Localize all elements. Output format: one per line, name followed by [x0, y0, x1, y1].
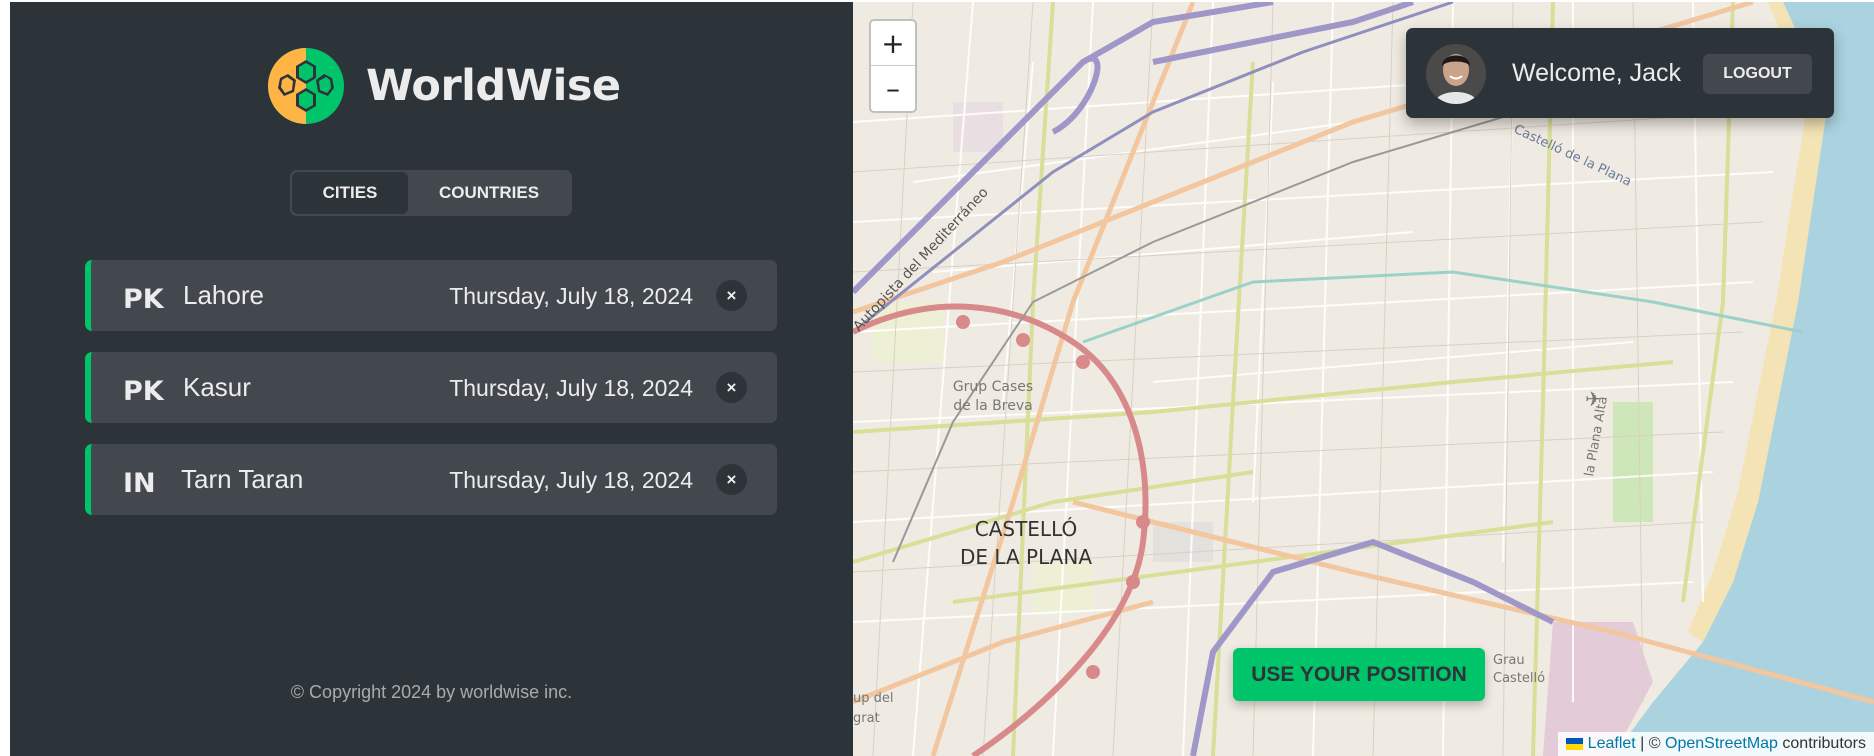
zoom-in-button[interactable]: +: [871, 21, 915, 66]
zoom-out-button[interactable]: –: [871, 66, 915, 111]
sidebar: WorldWise CITIES COUNTRIES PK Lahore Thu…: [10, 2, 853, 756]
leaflet-link[interactable]: Leaflet: [1588, 735, 1636, 753]
map-label-city: DE LA PLANA: [960, 545, 1092, 569]
globe-logo-icon: [268, 48, 344, 124]
map-label-locality: Grup Cases: [953, 379, 1033, 395]
user-panel: Welcome, Jack LOGOUT: [1406, 28, 1834, 118]
user-avatar-icon: [1426, 44, 1486, 104]
country-flag-emoji: PK: [123, 376, 164, 407]
map-label-city: CASTELLÓ: [975, 517, 1078, 541]
attribution-suffix: contributors: [1777, 735, 1866, 752]
use-position-button[interactable]: USE YOUR POSITION: [1233, 648, 1485, 701]
city-name: Lahore: [183, 280, 264, 310]
delete-city-button[interactable]: ×: [716, 280, 747, 311]
tab-cities[interactable]: CITIES: [292, 172, 408, 214]
map-label-locality: Grau: [1493, 653, 1525, 668]
app-title: WorldWise: [366, 61, 621, 111]
city-date: Thursday, July 18, 2024: [449, 467, 693, 493]
copyright-text: © Copyright 2024 by worldwise inc.: [290, 682, 573, 702]
city-date: Thursday, July 18, 2024: [449, 283, 693, 309]
avatar: [1426, 44, 1486, 104]
airport-icon: ✈: [1585, 387, 1602, 411]
delete-city-button[interactable]: ×: [716, 464, 747, 495]
city-name: Tarn Taran: [181, 464, 304, 494]
map-container[interactable]: CASTELLÓ DE LA PLANA Grup Cases de la Br…: [853, 2, 1874, 756]
city-name: Kasur: [183, 372, 251, 402]
app-container: WorldWise CITIES COUNTRIES PK Lahore Thu…: [10, 2, 1874, 756]
tab-countries[interactable]: COUNTRIES: [408, 172, 570, 214]
ukraine-flag-icon: [1565, 738, 1583, 750]
delete-city-button[interactable]: ×: [716, 372, 747, 403]
map-attribution: Leaflet | © OpenStreetMap contributors: [1557, 732, 1874, 756]
attribution-separator: | ©: [1635, 735, 1665, 752]
zoom-control: + –: [869, 19, 917, 113]
tab-nav: CITIES COUNTRIES: [290, 170, 572, 216]
logout-button[interactable]: LOGOUT: [1703, 54, 1812, 94]
logo[interactable]: WorldWise: [266, 46, 621, 126]
city-list: PK Lahore Thursday, July 18, 2024 × PK K…: [85, 260, 777, 536]
map-label-locality: Castelló: [1493, 671, 1545, 686]
osm-link[interactable]: OpenStreetMap: [1665, 735, 1778, 753]
city-item[interactable]: PK Lahore Thursday, July 18, 2024 ×: [85, 260, 777, 331]
map-label-locality: de la Breva: [953, 398, 1032, 414]
city-item[interactable]: IN Tarn Taran Thursday, July 18, 2024 ×: [85, 444, 777, 515]
map-label-locality: grat: [853, 711, 880, 726]
welcome-text: Welcome, Jack: [1512, 59, 1682, 87]
map-label-locality: up del: [853, 691, 894, 706]
country-flag-emoji: IN: [123, 468, 156, 499]
country-flag-emoji: PK: [123, 284, 164, 315]
city-date: Thursday, July 18, 2024: [449, 375, 693, 401]
city-item[interactable]: PK Kasur Thursday, July 18, 2024 ×: [85, 352, 777, 423]
